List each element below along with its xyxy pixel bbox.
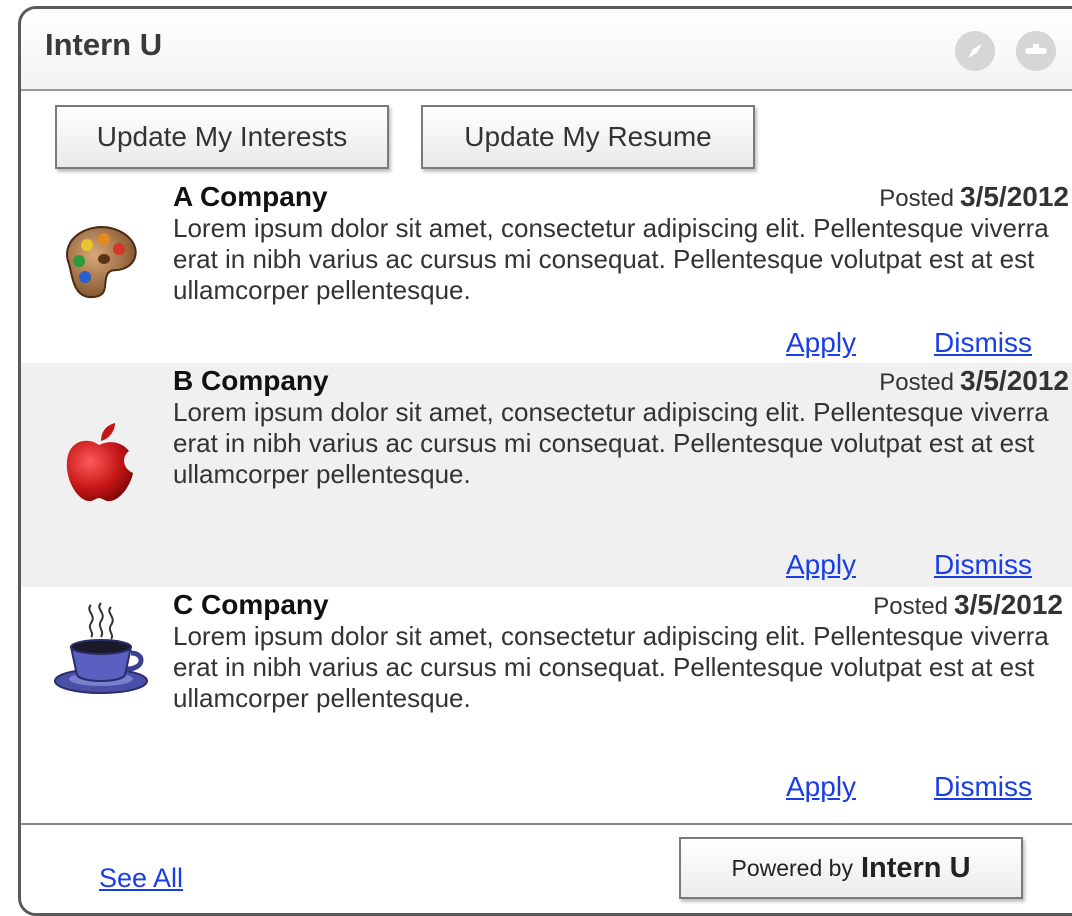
powered-by-label: Powered by bbox=[731, 854, 853, 881]
app-title: Intern U bbox=[45, 27, 163, 62]
job-description: Lorem ipsum dolor sit amet, consectetur … bbox=[173, 213, 1049, 305]
company-name: B Company bbox=[173, 365, 329, 396]
title-bar: Intern U bbox=[21, 9, 1072, 91]
apply-link[interactable]: Apply bbox=[786, 549, 856, 581]
posted-date-value: 3/5/2012 bbox=[954, 589, 1063, 620]
widget-window: Intern U Update My Interests Update My R… bbox=[18, 6, 1072, 916]
job-description: Lorem ipsum dolor sit amet, consectetur … bbox=[173, 397, 1049, 489]
apple-icon bbox=[49, 413, 149, 513]
job-item: C Company Posted 3/5/2012 Lorem ipsum dol… bbox=[21, 587, 1072, 811]
posted-date: Posted 3/5/2012 bbox=[879, 181, 1069, 213]
posted-date: Posted 3/5/2012 bbox=[873, 589, 1063, 621]
company-name: C Company bbox=[173, 589, 329, 620]
compass-icon[interactable] bbox=[955, 31, 995, 71]
posted-label: Posted bbox=[879, 369, 954, 396]
dismiss-link[interactable]: Dismiss bbox=[934, 771, 1032, 803]
apply-link[interactable]: Apply bbox=[786, 771, 856, 803]
footer: See All Powered by Intern U bbox=[21, 823, 1072, 913]
posted-label: Posted bbox=[879, 185, 954, 212]
job-description: Lorem ipsum dolor sit amet, consectetur … bbox=[173, 621, 1049, 713]
posted-date: Posted 3/5/2012 bbox=[879, 365, 1069, 397]
dismiss-link[interactable]: Dismiss bbox=[934, 327, 1032, 359]
powered-by-brand: Intern U bbox=[860, 851, 971, 884]
powered-by-button[interactable]: Powered by Intern U bbox=[679, 837, 1023, 899]
dismiss-link[interactable]: Dismiss bbox=[934, 549, 1032, 581]
posted-date-value: 3/5/2012 bbox=[960, 181, 1069, 212]
update-resume-button[interactable]: Update My Resume bbox=[421, 105, 755, 169]
posted-label: Posted bbox=[873, 593, 948, 620]
company-name: A Company bbox=[173, 181, 328, 212]
paint-palette-icon bbox=[49, 209, 149, 309]
posted-date-value: 3/5/2012 bbox=[960, 365, 1069, 396]
job-item: A Company Posted 3/5/2012 Lorem ipsum dol… bbox=[21, 179, 1072, 363]
update-interests-button[interactable]: Update My Interests bbox=[55, 105, 389, 169]
see-all-link[interactable]: See All bbox=[99, 863, 183, 894]
coffee-cup-icon bbox=[49, 597, 149, 697]
apply-link[interactable]: Apply bbox=[786, 327, 856, 359]
job-item: B Company Posted 3/5/2012 Lorem ipsum dol… bbox=[21, 363, 1072, 587]
minimize-icon[interactable] bbox=[1016, 31, 1056, 71]
